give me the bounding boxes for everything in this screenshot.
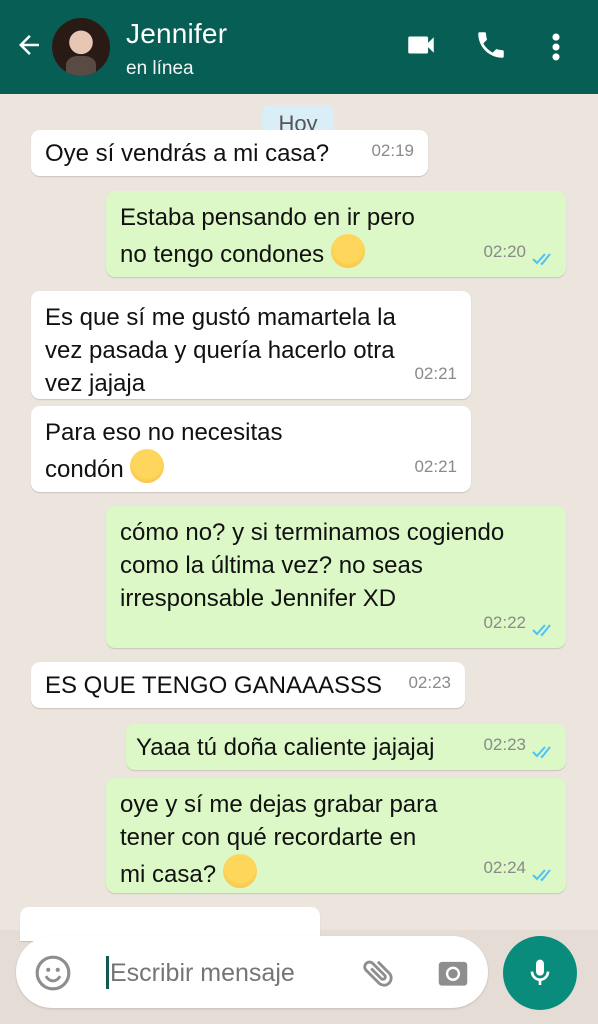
double-check-icon	[532, 253, 551, 266]
message-bubble[interactable]: Es que sí me gustó mamartela la vez pasa…	[31, 291, 471, 399]
message-time: 02:22	[483, 613, 526, 632]
double-check-icon	[532, 746, 551, 759]
double-check-icon	[532, 624, 551, 637]
message-text: Oye sí vendrás a mi casa?	[45, 140, 330, 167]
message-text: cómo no? y si terminamos cogiendo como l…	[120, 519, 505, 612]
message-text: ES QUE TENGO GANAAASSS	[45, 672, 382, 699]
video-call-icon[interactable]	[402, 28, 440, 67]
message-text: Yaaa tú doña caliente jajajaj	[136, 734, 435, 761]
message-bubble[interactable]: Estaba pensando en ir pero no tengo cond…	[106, 191, 566, 277]
message-time: 02:21	[414, 457, 457, 476]
contact-name[interactable]: Jennifer	[126, 18, 227, 50]
message-input[interactable]	[108, 952, 352, 994]
message-text: oye y sí me dejas grabar para tener con …	[120, 791, 438, 888]
attach-icon[interactable]	[360, 954, 398, 997]
more-vert-icon[interactable]	[546, 30, 566, 69]
double-check-icon	[532, 869, 551, 882]
message-text: Es que sí me gustó mamartela la vez pasa…	[45, 304, 396, 397]
message-bubble[interactable]: oye y sí me dejas grabar para tener con …	[106, 778, 566, 893]
message-bubble[interactable]: Yaaa tú doña caliente jajajaj 02:23	[126, 724, 566, 770]
message-text: Estaba pensando en ir pero no tengo cond…	[120, 204, 415, 268]
message-time: 02:24	[483, 858, 526, 877]
phone-icon[interactable]	[474, 28, 508, 67]
sweat-smile-emoji-icon	[330, 234, 365, 268]
message-time: 02:19	[371, 141, 414, 160]
avatar[interactable]	[52, 18, 110, 76]
tears-of-joy-emoji-icon	[130, 449, 165, 483]
message-composer	[16, 936, 488, 1008]
pleading-face-emoji-icon	[222, 854, 257, 888]
mic-icon	[530, 959, 550, 985]
message-time: 02:20	[483, 242, 526, 261]
message-bubble[interactable]: cómo no? y si terminamos cogiendo como l…	[106, 506, 566, 648]
chat-header: Jennifer en línea	[0, 0, 598, 94]
message-time: 02:23	[483, 735, 526, 754]
message-text: Para eso no necesitas condón	[45, 419, 283, 483]
contact-status: en línea	[126, 58, 194, 79]
back-arrow-icon[interactable]	[14, 30, 44, 60]
mic-button[interactable]	[503, 936, 577, 1010]
message-time: 02:21	[414, 364, 457, 383]
message-bubble[interactable]: Oye sí vendrás a mi casa? 02:19	[31, 130, 428, 176]
message-time: 02:23	[408, 673, 451, 692]
camera-icon[interactable]	[434, 954, 472, 997]
message-bubble[interactable]: Para eso no necesitas condón 02:21	[31, 406, 471, 492]
emoji-icon[interactable]	[34, 954, 72, 997]
message-bubble[interactable]: ES QUE TENGO GANAAASSS 02:23	[31, 662, 465, 708]
